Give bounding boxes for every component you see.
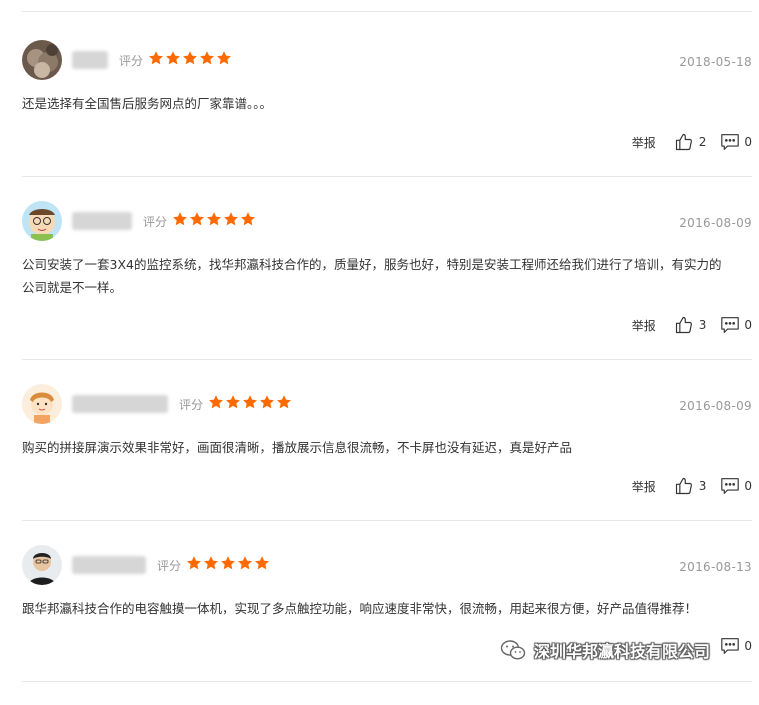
- username-blurred: [72, 556, 146, 574]
- review-text: 还是选择有全国售后服务网点的厂家靠谱。。。: [22, 96, 273, 111]
- star-icon: [243, 395, 257, 409]
- star-icon: [238, 556, 252, 570]
- watermark: 深圳华邦瀛科技有限公司: [500, 638, 710, 662]
- username-blurred: [72, 395, 168, 413]
- star-icon: [241, 212, 255, 226]
- review-date: 2016-08-09: [679, 216, 752, 230]
- comment-button[interactable]: 0: [720, 637, 752, 655]
- review-actions: 举报 3 0: [632, 476, 752, 496]
- like-count: 2: [698, 135, 707, 149]
- review-actions: 0: [720, 637, 752, 655]
- comment-count: 0: [744, 135, 752, 149]
- review-text: 公司安装了一套3X4的监控系统，找华邦瀛科技合作的，质量好，服务也好，特别是安装…: [22, 257, 722, 295]
- comment-icon: [721, 134, 740, 150]
- comment-button[interactable]: 0: [720, 477, 752, 495]
- divider: [22, 359, 752, 360]
- divider: [22, 11, 752, 12]
- avatar[interactable]: [22, 384, 62, 424]
- report-link[interactable]: 举报: [632, 478, 656, 495]
- like-count: 3: [698, 318, 707, 332]
- divider: [22, 681, 752, 682]
- star-rating: [172, 211, 256, 229]
- review-actions: 举报 2 0: [632, 132, 752, 152]
- star-rating: [208, 394, 292, 412]
- like-button[interactable]: 2: [674, 132, 721, 152]
- comment-count: 0: [744, 639, 752, 653]
- review-text: 跟华邦瀛科技合作的电容触摸一体机，实现了多点触控功能，响应速度非常快，很流畅，用…: [22, 601, 698, 616]
- divider: [22, 520, 752, 521]
- thumbs-up-icon: [675, 477, 692, 495]
- wechat-icon: [500, 640, 526, 660]
- divider: [22, 176, 752, 177]
- review-date: 2018-05-18: [679, 55, 752, 69]
- rating-label: 评分: [119, 54, 144, 68]
- star-icon: [217, 51, 231, 65]
- thumbs-up-icon: [675, 133, 692, 151]
- avatar[interactable]: [22, 201, 62, 241]
- like-button[interactable]: 3: [674, 315, 721, 335]
- star-icon: [209, 395, 223, 409]
- comment-button[interactable]: 0: [720, 133, 752, 151]
- star-icon: [183, 51, 197, 65]
- like-button[interactable]: 3: [674, 476, 721, 496]
- star-icon: [173, 212, 187, 226]
- star-icon: [149, 51, 163, 65]
- watermark-text: 深圳华邦瀛科技有限公司: [534, 642, 711, 661]
- review-date: 2016-08-13: [679, 560, 752, 574]
- review-item: 评分 2016-08-09 公司安装了一套3X4的监控系统，找华邦瀛科技合作的，…: [0, 201, 759, 361]
- comment-count: 0: [744, 479, 752, 493]
- avatar[interactable]: [22, 40, 62, 80]
- star-rating: [148, 50, 232, 68]
- review-date: 2016-08-09: [679, 399, 752, 413]
- star-icon: [255, 556, 269, 570]
- rating-label: 评分: [157, 559, 182, 573]
- star-icon: [224, 212, 238, 226]
- star-rating: [186, 555, 270, 573]
- star-icon: [207, 212, 221, 226]
- report-link[interactable]: 举报: [632, 317, 656, 334]
- star-icon: [226, 395, 240, 409]
- star-icon: [190, 212, 204, 226]
- avatar[interactable]: [22, 545, 62, 585]
- star-icon: [204, 556, 218, 570]
- star-icon: [187, 556, 201, 570]
- username-blurred: [72, 212, 132, 230]
- comment-icon: [721, 317, 740, 333]
- report-link[interactable]: 举报: [632, 134, 656, 151]
- username-blurred: [72, 51, 108, 69]
- comment-count: 0: [744, 318, 752, 332]
- star-icon: [277, 395, 291, 409]
- comment-icon: [721, 478, 740, 494]
- star-icon: [221, 556, 235, 570]
- comment-icon: [721, 638, 740, 654]
- review-text: 购买的拼接屏演示效果非常好，画面很清晰，播放展示信息很流畅，不卡屏也没有延迟，真…: [22, 440, 573, 455]
- thumbs-up-icon: [675, 316, 692, 334]
- rating-label: 评分: [179, 398, 204, 412]
- star-icon: [166, 51, 180, 65]
- star-icon: [200, 51, 214, 65]
- comment-button[interactable]: 0: [720, 316, 752, 334]
- rating-label: 评分: [143, 215, 168, 229]
- star-icon: [260, 395, 274, 409]
- review-actions: 举报 3 0: [632, 315, 752, 335]
- like-count: 3: [698, 479, 707, 493]
